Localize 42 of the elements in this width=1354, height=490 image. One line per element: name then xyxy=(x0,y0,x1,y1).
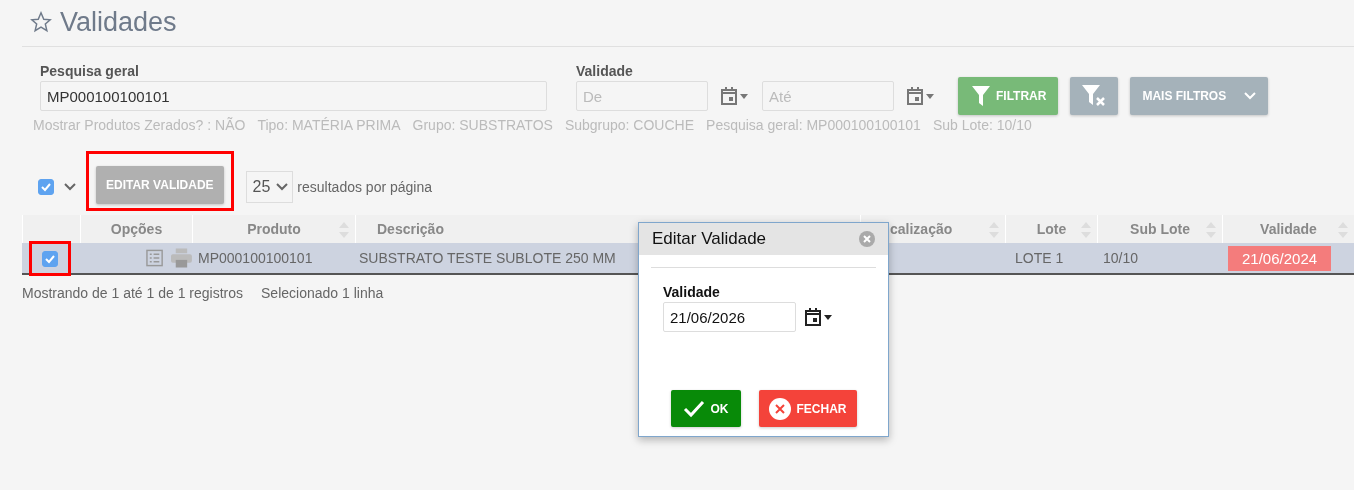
row-checkbox[interactable] xyxy=(42,250,58,267)
filter-summary: Subgrupo: COUCHE xyxy=(564,117,695,133)
page-size-select[interactable]: 25 xyxy=(245,171,294,203)
search-field[interactable]: MP000100100101 xyxy=(40,81,547,111)
ok-button[interactable]: OK xyxy=(670,390,741,427)
table-cell-text: SUBSTRATO TESTE SUBLOTE 250 MM xyxy=(358,250,617,266)
field-label: Validade xyxy=(576,63,634,79)
close-circle-icon xyxy=(768,397,791,420)
clear-filter-button[interactable] xyxy=(1070,77,1119,115)
date-to-field[interactable]: Até xyxy=(762,81,894,111)
calendar-icon[interactable] xyxy=(804,308,834,326)
filter-summary: Mostrar Produtos Zerados? : NÃO xyxy=(33,117,246,133)
chevron-down-icon[interactable] xyxy=(64,183,76,191)
filter-button[interactable]: FILTRAR xyxy=(958,77,1059,115)
records-info: Mostrando de 1 até 1 de 1 registros xyxy=(22,285,244,301)
check-icon xyxy=(40,181,52,193)
filter-summary: Pesquisa geral: MP000100100101 xyxy=(706,117,921,133)
chevron-down-icon[interactable] xyxy=(276,183,289,191)
table-cell-text: LOTE 1 xyxy=(1014,250,1065,266)
table-cell-text: MP000100100101 xyxy=(197,250,314,266)
funnel-x-icon xyxy=(1082,85,1107,107)
check-icon xyxy=(682,399,705,418)
field-label: Pesquisa geral xyxy=(40,63,140,79)
page-title: Validades xyxy=(60,6,177,38)
filter-summary: Sub Lote: 10/10 xyxy=(932,117,1032,133)
close-icon[interactable] xyxy=(859,231,875,247)
field-label: Validade xyxy=(663,284,721,300)
select-all-checkbox[interactable] xyxy=(38,179,54,195)
funnel-icon xyxy=(972,86,990,106)
validity-badge: 21/06/2024 xyxy=(1228,245,1332,271)
filter-summary: Tipo: MATÉRIA PRIMA xyxy=(257,117,401,133)
close-button[interactable]: FECHAR xyxy=(758,390,857,427)
selection-info: Selecionado 1 linha xyxy=(261,285,384,301)
date-field[interactable]: 21/06/2026 xyxy=(663,302,796,332)
table-cell-text: 10/10 xyxy=(1102,250,1140,266)
list-icon[interactable] xyxy=(146,249,164,267)
filter-summary: Grupo: SUBSTRATOS xyxy=(412,117,553,133)
printer-icon[interactable] xyxy=(171,248,192,268)
date-from-field[interactable]: De xyxy=(576,81,708,111)
more-filters-button[interactable]: MAIS FILTROS xyxy=(1130,77,1269,115)
star-icon[interactable] xyxy=(30,11,52,33)
page-size-label: resultados por página xyxy=(297,179,432,195)
